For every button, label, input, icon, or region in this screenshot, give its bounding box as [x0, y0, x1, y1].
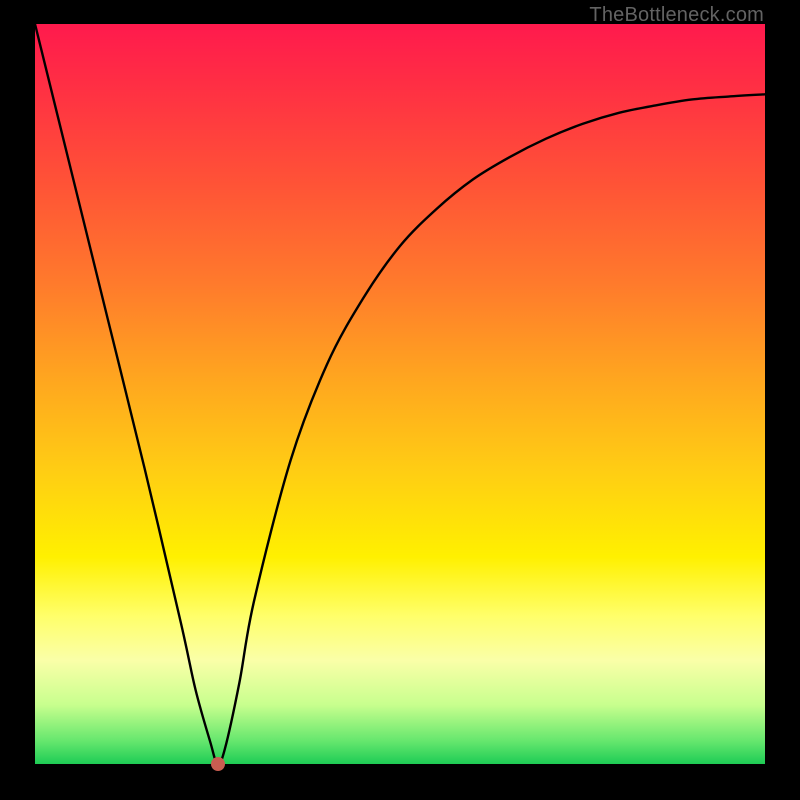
curve-layer — [35, 24, 765, 764]
bottleneck-curve — [35, 24, 765, 764]
min-marker — [211, 757, 225, 771]
chart-frame: TheBottleneck.com — [0, 0, 800, 800]
plot-area — [35, 24, 765, 764]
